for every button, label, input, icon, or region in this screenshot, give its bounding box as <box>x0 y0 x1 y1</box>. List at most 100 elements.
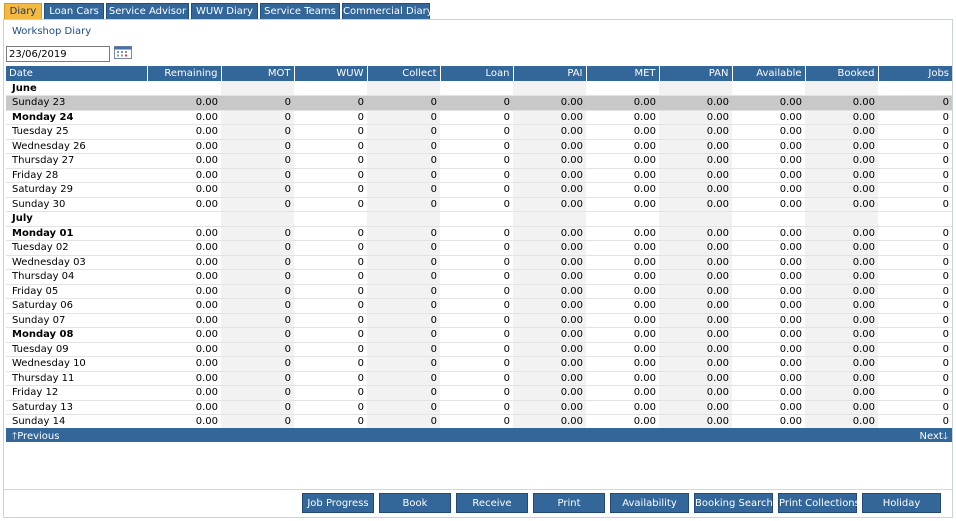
date-cell[interactable]: Friday 28 <box>6 168 147 183</box>
column-header-jobs[interactable]: Jobs <box>878 66 952 81</box>
table-row[interactable]: Thursday 27 0.00 0 0 0 0 0.00 0.00 0.00 0.00 0.00 0 <box>6 153 952 169</box>
table-row[interactable]: Monday 24 0.00 0 0 0 0 0.00 0.00 0.00 0.00 0.00 0 <box>6 110 952 125</box>
table-row[interactable]: Sunday 30 0.00 0 0 0 0 0.00 0.00 0.00 0.00 0.00 0 <box>6 197 952 212</box>
date-cell[interactable]: Tuesday 09 <box>6 342 147 357</box>
cell-remaining: 0.00 <box>147 400 221 415</box>
empty-cell <box>367 211 440 227</box>
receive-button[interactable]: Receive <box>456 493 528 513</box>
date-cell[interactable]: Tuesday 02 <box>6 240 147 256</box>
cell-mot: 0 <box>221 226 294 241</box>
table-row[interactable]: Wednesday 03 0.00 0 0 0 0 0.00 0.00 0.00 0.00 0.00… <box>6 255 952 270</box>
tab-commercial-diary[interactable]: Commercial Diary <box>342 3 433 19</box>
column-header-mot[interactable]: MOT <box>221 66 295 81</box>
cell-available: 0.00 <box>732 226 805 241</box>
booking-search-button[interactable]: Booking Search <box>694 493 773 513</box>
date-cell[interactable]: Friday 12 <box>6 385 147 401</box>
column-header-date[interactable]: Date <box>6 66 148 81</box>
job-progress-button[interactable]: Job Progress <box>302 493 374 513</box>
cell-booked: 0.00 <box>805 255 878 270</box>
table-row[interactable]: Tuesday 02 0.00 0 0 0 0 0.00 0.00 0.00 0.00 0.00 0 <box>6 240 952 256</box>
date-cell[interactable]: Thursday 04 <box>6 269 147 285</box>
column-header-pai[interactable]: PAI <box>513 66 587 81</box>
table-row[interactable]: Tuesday 25 0.00 0 0 0 0 0.00 0.00 0.00 0.00 0.00 0 <box>6 124 952 140</box>
date-cell[interactable]: Monday 24 <box>6 110 147 125</box>
table-row[interactable]: Saturday 06 0.00 0 0 0 0 0.00 0.00 0.00 0.00 0.00 0 <box>6 298 952 314</box>
tab-wuw-diary[interactable]: WUW Diary <box>191 3 258 19</box>
table-row[interactable]: Monday 08 0.00 0 0 0 0 0.00 0.00 0.00 0.00 0.00 0 <box>6 327 952 343</box>
date-cell[interactable]: Wednesday 03 <box>6 255 147 270</box>
cell-pai: 0.00 <box>513 414 586 430</box>
cell-pai: 0.00 <box>513 385 586 401</box>
cell-pai: 0.00 <box>513 124 586 140</box>
cell-jobs: 0 <box>878 400 952 415</box>
cell-remaining: 0.00 <box>147 414 221 430</box>
holiday-button[interactable]: Holiday <box>862 493 941 513</box>
date-cell[interactable]: Saturday 29 <box>6 182 147 198</box>
next-link[interactable]: Next🡓 <box>920 429 949 446</box>
date-cell[interactable]: Monday 08 <box>6 327 147 343</box>
date-cell[interactable]: Sunday 30 <box>6 197 147 212</box>
tab-loan-cars[interactable]: Loan Cars <box>44 3 104 19</box>
column-header-loan[interactable]: Loan <box>440 66 514 81</box>
cell-available: 0.00 <box>732 284 805 299</box>
table-row[interactable]: Saturday 29 0.00 0 0 0 0 0.00 0.00 0.00 0.00 0.00 0 <box>6 182 952 198</box>
column-header-available[interactable]: Available <box>732 66 806 81</box>
empty-cell <box>878 211 952 227</box>
table-row[interactable]: Sunday 07 0.00 0 0 0 0 0.00 0.00 0.00 0.00 0.00 0 <box>6 313 952 328</box>
date-cell[interactable]: Tuesday 25 <box>6 124 147 140</box>
table-row[interactable]: Friday 12 0.00 0 0 0 0 0.00 0.00 0.00 0.00 0.00 0 <box>6 385 952 401</box>
table-row[interactable]: Sunday 14 0.00 0 0 0 0 0.00 0.00 0.00 0.00 0.00 0 <box>6 414 952 430</box>
cell-jobs: 0 <box>878 95 952 111</box>
date-cell[interactable]: Wednesday 26 <box>6 139 147 154</box>
cell-wuw: 0 <box>294 240 367 256</box>
date-cell[interactable]: Sunday 07 <box>6 313 147 328</box>
table-row[interactable]: Friday 05 0.00 0 0 0 0 0.00 0.00 0.00 0.00 0.00 0 <box>6 284 952 299</box>
cell-met: 0.00 <box>586 298 659 314</box>
table-row[interactable]: Sunday 23 0.00 0 0 0 0 0.00 0.00 0.00 0.00 0.00 0 <box>6 95 952 111</box>
table-row[interactable]: Tuesday 09 0.00 0 0 0 0 0.00 0.00 0.00 0.00 0.00 0 <box>6 342 952 357</box>
date-cell[interactable]: Saturday 06 <box>6 298 147 314</box>
cell-pai: 0.00 <box>513 182 586 198</box>
date-cell[interactable]: Monday 01 <box>6 226 147 241</box>
empty-cell <box>659 81 732 96</box>
column-header-booked[interactable]: Booked <box>805 66 879 81</box>
empty-cell <box>878 81 952 96</box>
column-header-collect[interactable]: Collect <box>367 66 441 81</box>
date-cell[interactable]: Sunday 14 <box>6 414 147 430</box>
table-row[interactable]: Monday 01 0.00 0 0 0 0 0.00 0.00 0.00 0.00 0.00 0 <box>6 226 952 241</box>
cell-pai: 0.00 <box>513 298 586 314</box>
print-collections-button[interactable]: Print Collections <box>778 493 860 513</box>
date-input[interactable] <box>6 46 110 62</box>
cell-wuw: 0 <box>294 327 367 343</box>
print-button[interactable]: Print <box>533 493 605 513</box>
column-header-pan[interactable]: PAN <box>659 66 733 81</box>
column-header-met[interactable]: MET <box>586 66 660 81</box>
cell-pan: 0.00 <box>659 255 732 270</box>
previous-link[interactable]: 🡑Previous <box>12 429 59 446</box>
cell-loan: 0 <box>440 371 513 386</box>
column-header-wuw[interactable]: WUW <box>294 66 368 81</box>
date-cell[interactable]: Sunday 23 <box>6 95 147 111</box>
date-cell[interactable]: Saturday 13 <box>6 400 147 415</box>
cell-mot: 0 <box>221 95 294 111</box>
table-row[interactable]: Wednesday 26 0.00 0 0 0 0 0.00 0.00 0.00 0.00 0.00… <box>6 139 952 154</box>
cell-wuw: 0 <box>294 110 367 125</box>
column-header-remaining[interactable]: Remaining <box>147 66 222 81</box>
table-row[interactable]: Saturday 13 0.00 0 0 0 0 0.00 0.00 0.00 0.00 0.00 0 <box>6 400 952 415</box>
table-row[interactable]: Thursday 11 0.00 0 0 0 0 0.00 0.00 0.00 0.00 0.00 0 <box>6 371 952 386</box>
tab-service-advisor[interactable]: Service Advisor <box>106 3 189 19</box>
calendar-icon[interactable] <box>114 46 132 59</box>
date-cell[interactable]: Wednesday 10 <box>6 356 147 372</box>
book-button[interactable]: Book <box>379 493 451 513</box>
cell-loan: 0 <box>440 414 513 430</box>
availability-button[interactable]: Availability <box>610 493 689 513</box>
date-cell[interactable]: Friday 05 <box>6 284 147 299</box>
date-cell[interactable]: Thursday 11 <box>6 371 147 386</box>
tab-diary[interactable]: Diary <box>4 3 42 19</box>
table-row[interactable]: Wednesday 10 0.00 0 0 0 0 0.00 0.00 0.00 0.00 0.00… <box>6 356 952 372</box>
cell-met: 0.00 <box>586 168 659 183</box>
table-row[interactable]: Thursday 04 0.00 0 0 0 0 0.00 0.00 0.00 0.00 0.00 0 <box>6 269 952 285</box>
date-cell[interactable]: Thursday 27 <box>6 153 147 169</box>
tab-service-teams[interactable]: Service Teams <box>260 3 340 19</box>
table-row[interactable]: Friday 28 0.00 0 0 0 0 0.00 0.00 0.00 0.00 0.00 0 <box>6 168 952 183</box>
